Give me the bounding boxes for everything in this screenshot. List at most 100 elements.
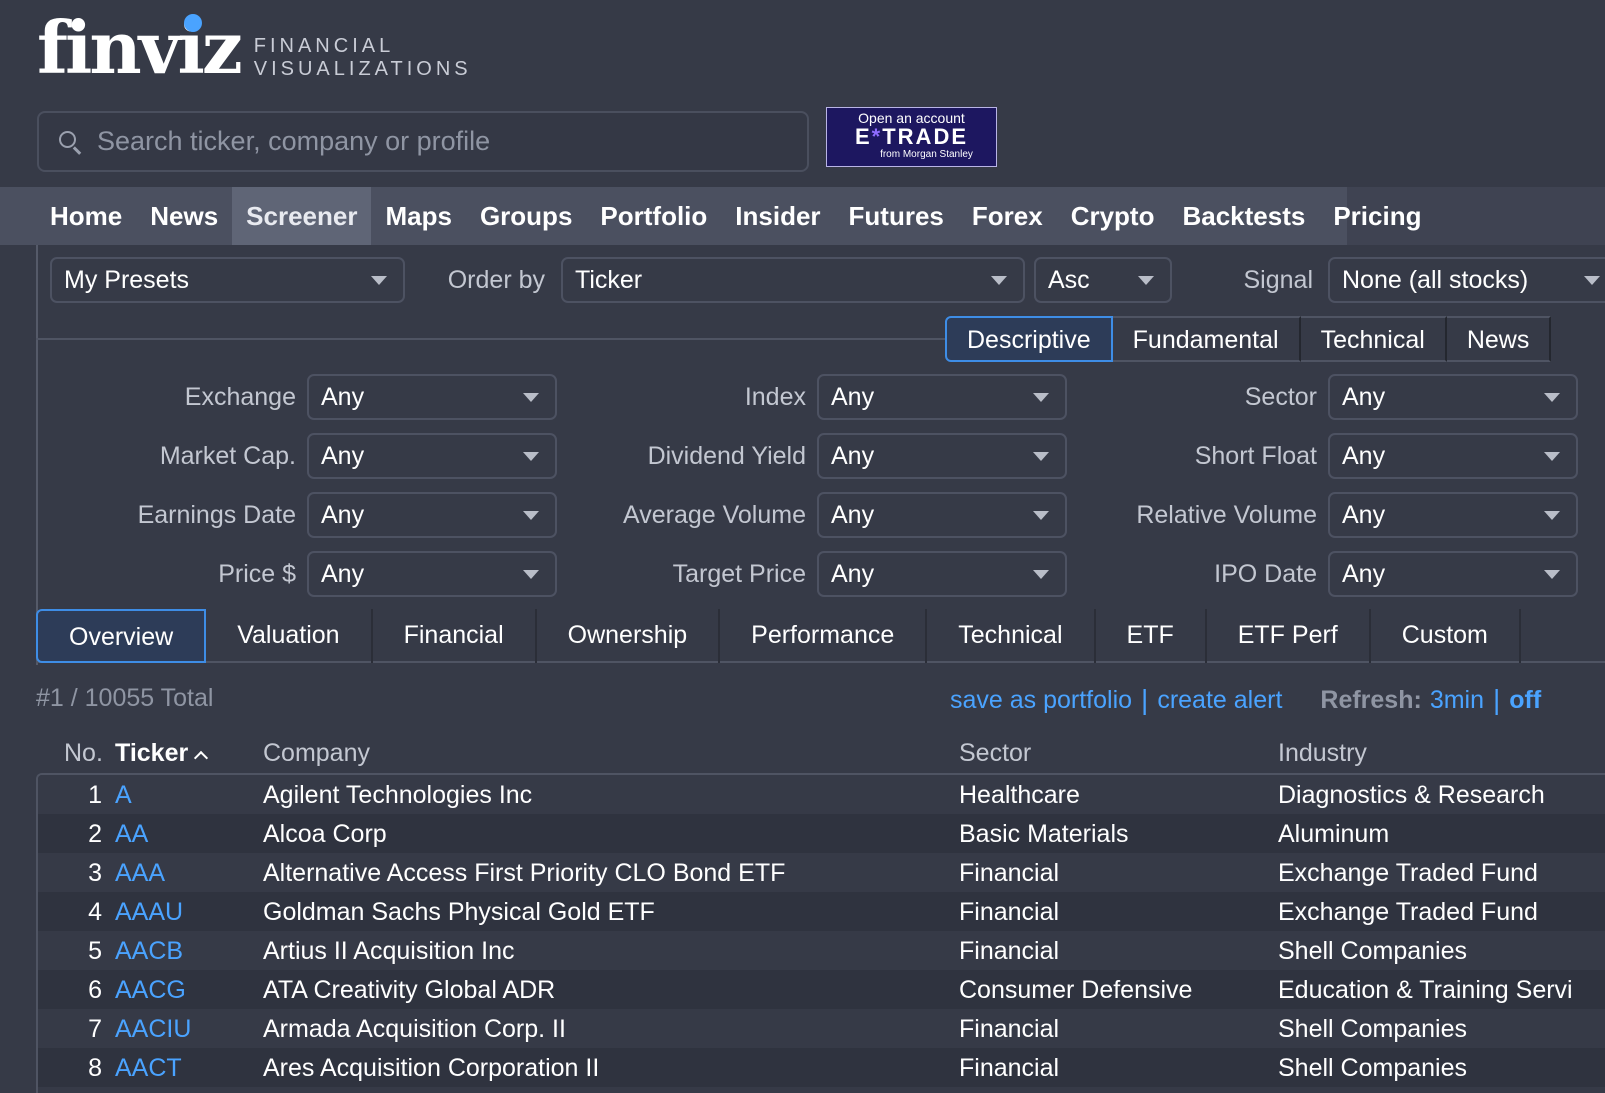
logo-wordmark: finviz [37, 5, 243, 90]
signal-label: Signal [1243, 266, 1314, 294]
main-nav: Home News Screener Maps Groups Portfolio Insid… [0, 187, 1605, 245]
filter-tab-fundamental[interactable]: Fundamental [1112, 316, 1301, 362]
save-as-portfolio-link[interactable]: save as portfolio [950, 686, 1132, 715]
chevron-down-icon [1033, 569, 1049, 579]
presets-select[interactable]: My Presets [50, 257, 405, 303]
industry-name: Shell Companies [1278, 937, 1467, 965]
view-tab-overview[interactable]: Overview [36, 609, 207, 663]
nav-item-news[interactable]: News [136, 187, 232, 245]
view-tab-performance[interactable]: Performance [720, 609, 928, 663]
nav-item-pricing[interactable]: Pricing [1319, 187, 1435, 245]
search-box[interactable] [37, 111, 809, 172]
order-by-select[interactable]: Ticker [561, 257, 1025, 303]
chevron-down-icon [523, 510, 539, 520]
filter-label-sector: Sector [1244, 383, 1317, 411]
chevron-down-icon [523, 392, 539, 402]
sector-name: Healthcare [959, 781, 1080, 809]
nav-item-maps[interactable]: Maps [371, 187, 465, 245]
ad-brand-e: E [854, 124, 872, 149]
filter-label-market-cap: Market Cap. [159, 442, 296, 470]
refresh-label: Refresh: [1320, 685, 1422, 714]
table-row[interactable]: 6 AACG ATA Creativity Global ADR Consumer D… [38, 970, 1605, 1009]
row-number: 8 [88, 1054, 102, 1082]
nav-item-screener[interactable]: Screener [232, 187, 372, 245]
filter-select-earnings-date[interactable]: Any [307, 492, 557, 538]
ticker-link[interactable]: AAAU [115, 898, 183, 927]
col-header-company[interactable]: Company [263, 739, 370, 768]
finviz-logo[interactable]: finviz FINANCIAL VISUALIZATIONS [37, 12, 472, 84]
col-header-no[interactable]: No. [64, 739, 103, 768]
industry-name: Aluminum [1278, 820, 1390, 848]
nav-item-backtests[interactable]: Backtests [1168, 187, 1319, 245]
view-tab-ownership[interactable]: Ownership [537, 609, 721, 663]
nav-item-crypto[interactable]: Crypto [1057, 187, 1169, 245]
filter-tab-descriptive[interactable]: Descriptive [945, 316, 1113, 362]
ticker-link[interactable]: AACB [115, 937, 183, 966]
filter-select-dividend-yield[interactable]: Any [817, 433, 1067, 479]
filter-select-exchange[interactable]: Any [307, 374, 557, 420]
filter-label-relative-volume: Relative Volume [1136, 501, 1317, 529]
col-header-ticker[interactable]: Ticker [115, 739, 209, 768]
chevron-down-icon [1033, 392, 1049, 402]
table-row[interactable]: 7 AACIU Armada Acquisition Corp. II Financi… [38, 1009, 1605, 1048]
refresh-off-link[interactable]: off [1509, 686, 1541, 715]
col-header-industry[interactable]: Industry [1278, 739, 1367, 768]
filter-select-market-cap[interactable]: Any [307, 433, 557, 479]
chevron-down-icon [1138, 275, 1154, 285]
nav-item-portfolio[interactable]: Portfolio [586, 187, 721, 245]
nav-item-home[interactable]: Home [36, 187, 136, 245]
table-row[interactable]: 5 AACB Artius II Acquisition Inc Financial S… [38, 931, 1605, 970]
signal-select[interactable]: None (all stocks) [1328, 257, 1605, 303]
nav-items: Home News Screener Maps Groups Portfolio Insid… [36, 187, 1435, 245]
nav-item-groups[interactable]: Groups [466, 187, 586, 245]
etrade-ad-banner[interactable]: Open an account E*TRADE from Morgan Stan… [826, 107, 997, 167]
view-tab-custom[interactable]: Custom [1371, 609, 1521, 663]
filter-tab-technical[interactable]: Technical [1300, 316, 1447, 362]
table-row[interactable]: 8 AACT Ares Acquisition Corporation II Fina… [38, 1048, 1605, 1087]
table-row[interactable]: 3 AAA Alternative Access First Priority CL… [38, 853, 1605, 892]
sort-ascending-icon [194, 750, 209, 766]
chevron-down-icon [1544, 510, 1560, 520]
logo-tagline: FINANCIAL VISUALIZATIONS [254, 35, 472, 81]
filter-select-sector[interactable]: Any [1328, 374, 1578, 420]
ticker-link[interactable]: AACT [115, 1054, 182, 1083]
table-row[interactable]: 2 AA Alcoa Corp Basic Materials Aluminum [38, 814, 1605, 853]
view-tab-technical[interactable]: Technical [927, 609, 1096, 663]
filter-select-target-price[interactable]: Any [817, 551, 1067, 597]
ticker-link[interactable]: A [115, 781, 132, 810]
chevron-down-icon [1033, 451, 1049, 461]
filter-select-relative-volume[interactable]: Any [1328, 492, 1578, 538]
ticker-link[interactable]: AACIU [115, 1015, 191, 1044]
search-input[interactable] [97, 126, 777, 157]
table-row[interactable]: 1 A Agilent Technologies Inc Healthcare Diag… [38, 775, 1605, 814]
order-direction-select[interactable]: Asc [1034, 257, 1172, 303]
ticker-link[interactable]: AA [115, 820, 148, 849]
view-tab-financial[interactable]: Financial [373, 609, 537, 663]
filter-select-price[interactable]: Any [307, 551, 557, 597]
filter-select-short-float[interactable]: Any [1328, 433, 1578, 479]
create-alert-link[interactable]: create alert [1157, 686, 1282, 715]
filter-select-average-volume[interactable]: Any [817, 492, 1067, 538]
ticker-link[interactable]: AAA [115, 859, 165, 888]
filter-label-dividend-yield: Dividend Yield [647, 442, 806, 470]
filter-value: Any [1342, 382, 1386, 411]
refresh-interval-link[interactable]: 3min [1430, 686, 1484, 715]
table-row[interactable]: 4 AAAU Goldman Sachs Physical Gold ETF Fina… [38, 892, 1605, 931]
view-tab-etf[interactable]: ETF [1096, 609, 1207, 663]
filter-tab-news[interactable]: News [1446, 316, 1552, 362]
nav-item-forex[interactable]: Forex [958, 187, 1057, 245]
view-tab-valuation[interactable]: Valuation [206, 609, 373, 663]
company-name: Artius II Acquisition Inc [263, 937, 515, 965]
nav-item-futures[interactable]: Futures [835, 187, 958, 245]
ticker-link[interactable]: AACG [115, 976, 186, 1005]
nav-item-insider[interactable]: Insider [721, 187, 834, 245]
industry-name: Shell Companies [1278, 1054, 1467, 1082]
col-header-sector[interactable]: Sector [959, 739, 1031, 768]
ad-morgan-stanley-text: from Morgan Stanley [880, 149, 973, 160]
separator: | [1493, 684, 1501, 715]
view-tab-etf-perf[interactable]: ETF Perf [1207, 609, 1371, 663]
filter-select-index[interactable]: Any [817, 374, 1067, 420]
filter-select-ipo-date[interactable]: Any [1328, 551, 1578, 597]
chevron-down-icon [523, 569, 539, 579]
logo-dot-icon [184, 14, 202, 32]
